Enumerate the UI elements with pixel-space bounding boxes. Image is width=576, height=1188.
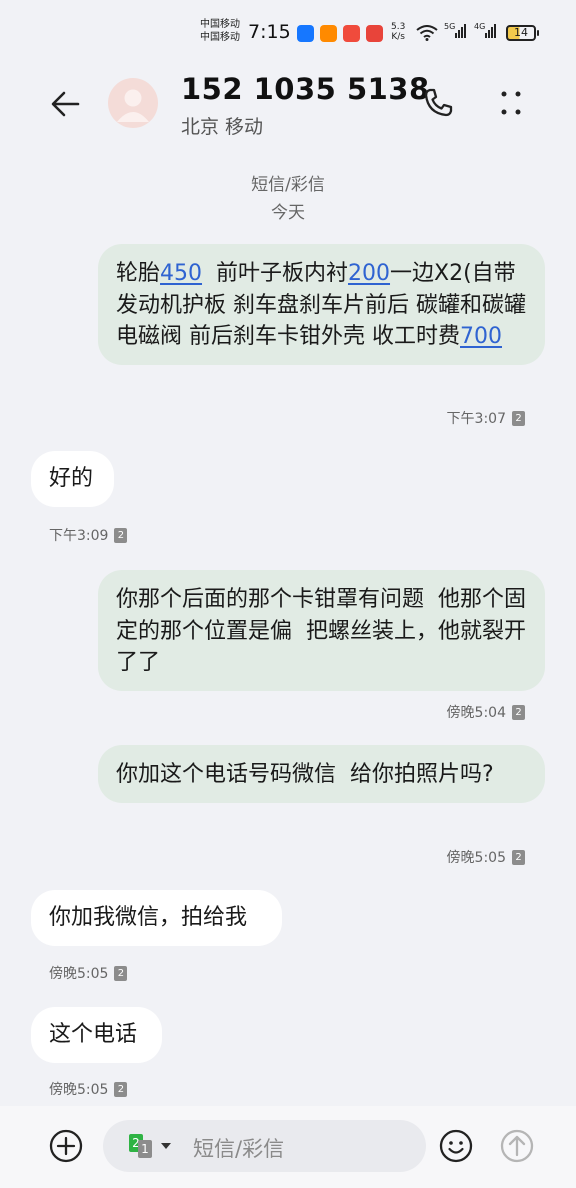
- emoji-icon[interactable]: [438, 1128, 474, 1164]
- chevron-down-icon: [161, 1143, 171, 1149]
- compose-bar: 2 1 短信/彩信: [0, 1106, 576, 1188]
- wifi-icon: [416, 25, 438, 41]
- message-bubble-sent[interactable]: 你加这个电话号码微信 给你拍照片吗?: [98, 745, 545, 803]
- message-bubble-received[interactable]: 好的: [31, 451, 114, 507]
- sim-selector-icon[interactable]: 2 1: [129, 1134, 173, 1158]
- contact-location: 北京 移动: [181, 116, 264, 138]
- back-arrow-icon[interactable]: [48, 86, 84, 122]
- shop-app-icon: [366, 25, 383, 42]
- status-bar: 中国移动 中国移动 7:15 5.3 K/s 5G 4G 14: [0, 0, 576, 64]
- video-app-icon: [320, 25, 337, 42]
- message-meta: 傍晚5:05 2: [49, 1079, 128, 1099]
- date-divider: 今天: [271, 203, 305, 223]
- network-speed: 5.3 K/s: [391, 22, 406, 42]
- message-meta: 下午3:07 2: [447, 408, 525, 428]
- message-bubble-received[interactable]: 你加我微信，拍给我: [31, 890, 282, 946]
- sim-badge: 2: [114, 1081, 128, 1097]
- alipay-icon: [297, 25, 314, 42]
- message-time: 傍晚5:05: [49, 966, 109, 982]
- input-placeholder: 短信/彩信: [193, 1137, 285, 1161]
- plus-circle-icon[interactable]: [48, 1128, 84, 1164]
- more-vertical-icon[interactable]: [494, 86, 528, 120]
- message-time: 傍晚5:05: [446, 850, 506, 866]
- sim-badge: 2: [512, 704, 525, 720]
- message-time: 下午3:07: [446, 411, 506, 427]
- sim-other: 1: [138, 1140, 152, 1158]
- thread-type-label: 短信/彩信: [251, 175, 325, 195]
- notification-icons: [297, 25, 383, 42]
- message-time: 傍晚5:04: [446, 705, 506, 721]
- message-bubble-sent[interactable]: 轮胎450 前叶子板内衬200一边X2(自带发动机护板 刹车盘刹车片前后 碳罐和…: [98, 244, 545, 365]
- message-meta: 傍晚5:05 2: [49, 963, 128, 983]
- network-type-1: 5G: [444, 22, 456, 31]
- number-link[interactable]: 200: [348, 261, 390, 286]
- battery-icon: 14: [506, 25, 539, 41]
- sim-badge: 2: [114, 527, 128, 543]
- status-time: 7:15: [248, 21, 291, 43]
- number-link[interactable]: 450: [160, 261, 202, 286]
- signal-2-icon: [485, 24, 496, 38]
- carrier-2: 中国移动: [200, 32, 240, 43]
- contact-name[interactable]: 152 1035 5138: [181, 72, 430, 106]
- sim-badge: 2: [114, 965, 128, 981]
- app-notification-icon: [343, 25, 360, 42]
- message-input[interactable]: 2 1 短信/彩信: [103, 1120, 426, 1172]
- message-meta: 傍晚5:04 2: [447, 702, 525, 722]
- avatar-person-icon: [117, 89, 149, 122]
- message-meta: 傍晚5:05 2: [447, 847, 525, 867]
- send-arrow-icon[interactable]: [499, 1128, 535, 1164]
- message-meta: 下午3:09 2: [49, 525, 128, 545]
- network-type-2: 4G: [474, 22, 486, 31]
- message-bubble-received[interactable]: 这个电话: [31, 1007, 162, 1063]
- message-time: 下午3:09: [49, 528, 109, 544]
- phone-icon[interactable]: [421, 86, 455, 120]
- message-time: 傍晚5:05: [49, 1082, 109, 1098]
- avatar[interactable]: [108, 78, 158, 128]
- signal-1-icon: [455, 24, 466, 38]
- sim-badge: 2: [512, 849, 525, 865]
- number-link[interactable]: 700: [460, 324, 502, 349]
- conversation-header: 152 1035 5138 北京 移动: [0, 64, 576, 154]
- message-bubble-sent[interactable]: 你那个后面的那个卡钳罩有问题 他那个固定的那个位置是偏 把螺丝装上，他就裂开了了: [98, 570, 545, 691]
- carrier-1: 中国移动: [200, 19, 240, 30]
- carrier-labels: 中国移动 中国移动: [200, 18, 240, 44]
- sim-badge: 2: [512, 410, 525, 426]
